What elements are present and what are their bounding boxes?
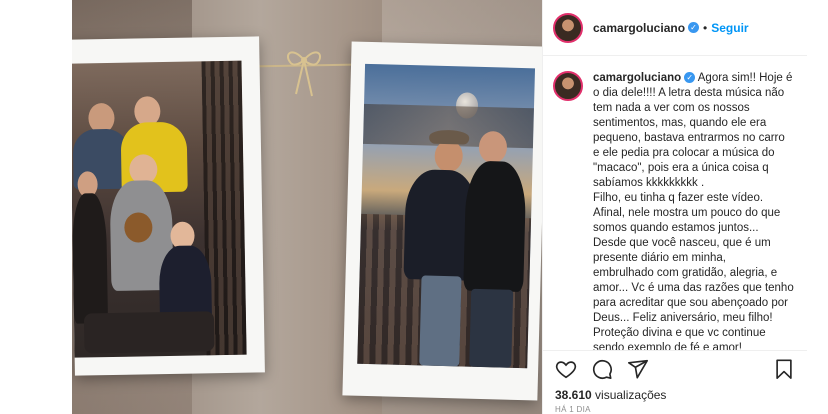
action-bar: [543, 350, 807, 386]
caption-area[interactable]: camargoluciano ✓ Agora sim!! Hoje é o dia…: [543, 57, 807, 350]
instagram-post-view: camargoluciano ✓ • Seguir camargoluciano…: [0, 0, 828, 414]
caption-line: Deus... Feliz aniversário, meu filho!: [593, 312, 773, 324]
avatar[interactable]: [553, 71, 583, 101]
views-number: 38.610: [555, 388, 592, 402]
bookmark-icon[interactable]: [773, 358, 795, 380]
verified-badge-icon: ✓: [684, 72, 696, 83]
caption-row: camargoluciano ✓ Agora sim!! Hoje é o dia…: [553, 71, 797, 350]
caption-line: tem nada a ver com os nossos: [593, 102, 750, 114]
separator-dot: •: [703, 20, 708, 35]
caption-username-link[interactable]: camargoluciano: [593, 72, 681, 84]
caption-line: embrulhado com gratidão, alegria, e: [593, 267, 778, 279]
avatar[interactable]: [553, 12, 583, 43]
post-media[interactable]: [72, 0, 542, 414]
follow-button[interactable]: Seguir: [711, 21, 748, 35]
comment-icon[interactable]: [591, 358, 613, 380]
family-photo: [72, 60, 247, 358]
caption-line: Agora sim!! Hoje é: [697, 72, 793, 84]
post-timestamp[interactable]: HÁ 1 DIA: [555, 405, 591, 414]
caption-line: Desde que você nasceu, que é um: [593, 237, 771, 249]
caption-text: camargoluciano ✓ Agora sim!! Hoje é o dia…: [593, 71, 797, 350]
caption-line: Proteção divina e que vc continue: [593, 327, 766, 339]
post-header: camargoluciano ✓ • Seguir: [543, 0, 807, 56]
caption-line: para acreditar que sou abençoado por: [593, 297, 789, 309]
caption-line: Filho, eu tinha q fazer este vídeo.: [593, 192, 764, 204]
caption-line: sentimentos, mas, quando ele era: [593, 117, 767, 129]
caption-line: e ele pedia pra colocar a música do: [593, 147, 775, 159]
caption-line: sabíamos kkkkkkkkk .: [593, 177, 705, 189]
views-count[interactable]: 38.610 visualizações: [555, 388, 666, 402]
post-sidebar: camargoluciano ✓ • Seguir camargoluciano…: [542, 0, 807, 414]
father-son-photo: [357, 63, 536, 369]
caption-line: o dia dele!!!! A letra desta música não: [593, 87, 785, 99]
username-link[interactable]: camargoluciano: [593, 21, 685, 35]
caption-line: presente diário em minha,: [593, 252, 726, 264]
polaroid-father-son-photo: [342, 41, 542, 401]
caption-line: Afinal, nele mostra um pouco do que: [593, 207, 781, 219]
caption-line: pequeno, bastava entrarmos no carro: [593, 132, 785, 144]
caption-line: amor... Vc é uma das razões que tenho: [593, 282, 794, 294]
caption-line: "macaco", pois era a única coisa q: [593, 162, 769, 174]
verified-badge-icon: ✓: [688, 22, 700, 33]
heart-icon[interactable]: [555, 358, 577, 380]
caption-line: sendo exemplo de fé e amor!: [593, 342, 742, 350]
views-label: visualizações: [595, 388, 667, 402]
polaroid-family-photo: [72, 36, 265, 376]
caption-line: somos quando estamos juntos...: [593, 222, 759, 234]
share-icon[interactable]: [627, 358, 649, 380]
bow-decoration: [286, 51, 322, 97]
